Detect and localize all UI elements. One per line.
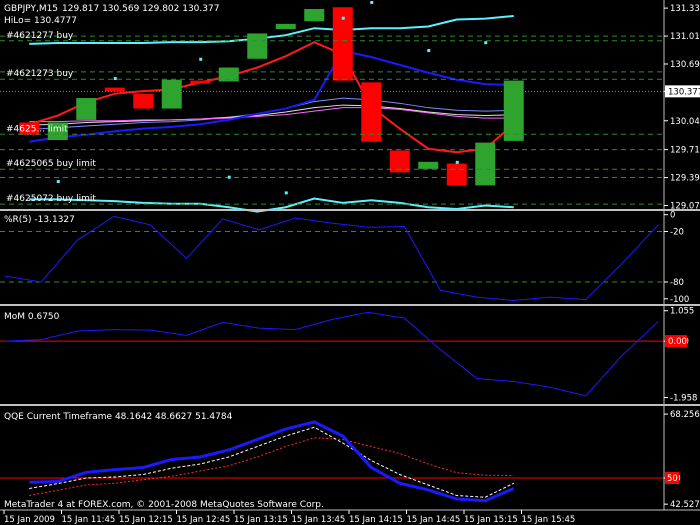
qqe-panel: QQE Current Timeframe 48.1642 48.6627 51… [0, 412, 664, 503]
y-tick-label: 129.710 [670, 146, 700, 156]
level-tag-label: 50 [667, 474, 678, 484]
qqe-rsi-line [29, 420, 515, 503]
hilo-label: HiLo= 130.4777 [4, 16, 77, 26]
y-tick-label: -20 [670, 228, 684, 238]
signal-dot [484, 41, 488, 45]
mom-line [4, 311, 659, 397]
williams-r-panel: %R(5) -13.1327 [0, 215, 664, 301]
price-panel: #4621277 buy #4621273 buy #4625... limit #4… [0, 1, 664, 213]
signal-dot [341, 16, 345, 20]
signal-dot [56, 180, 60, 184]
x-tick-label: 15 Jan 15:15 [464, 515, 518, 525]
signal-dot [455, 160, 459, 164]
y-tick-label: 68.2561 [670, 410, 700, 420]
x-tick-label: 15 Jan 13:15 [234, 515, 288, 525]
x-tick-label: 15 Jan 14:15 [349, 515, 403, 525]
candle [104, 87, 125, 92]
candle [304, 8, 325, 22]
band-upper [29, 14, 514, 45]
candle [418, 161, 439, 169]
x-tick-label: 15 Jan 2009 [4, 515, 55, 525]
qqe-fast-line [29, 426, 514, 498]
order-label: #4625065 buy limit [6, 159, 96, 169]
y-tick-label: 1.055 [670, 307, 694, 317]
wr-line [4, 215, 659, 301]
footer-label: MetaTrader 4 at FOREX.com, © 2001-2008 M… [4, 500, 324, 510]
candle [503, 80, 524, 141]
order-label: #4621277 buy [6, 31, 74, 41]
zero-tag-label: 0.00 [668, 337, 687, 347]
qqe-title: QQE Current Timeframe 48.1642 48.6627 51… [4, 412, 233, 422]
candle [475, 142, 496, 186]
candle [76, 98, 97, 120]
candle [133, 93, 154, 109]
order-label: #4625072 buy limit [6, 194, 96, 204]
y-tick-label: -1.958 [670, 393, 697, 403]
signal-dot [427, 49, 431, 53]
y-tick-label: 130.690 [670, 60, 700, 70]
symbol-label: GBPJPY,M15 [4, 4, 58, 14]
candle [275, 23, 296, 30]
trend-line-blue [29, 49, 514, 143]
signal-dot [227, 175, 231, 179]
x-tick-label: 15 Jan 14:45 [407, 515, 461, 525]
candle [161, 79, 182, 109]
y-tick-label: 130.040 [670, 117, 700, 127]
mom-title: MoM 0.6750 [4, 312, 60, 322]
x-tick-label: 15 Jan 12:45 [177, 515, 231, 525]
y-tick-label: -80 [670, 278, 684, 288]
signal-dot [284, 191, 288, 195]
chart-canvas: #4621277 buy #4621273 buy #4625... limit #4… [0, 0, 700, 525]
ohlc-label: 129.817 130.569 129.802 130.377 [62, 4, 219, 14]
signal-dot [199, 57, 203, 61]
trend-line-red [28, 41, 515, 154]
signal-dot [113, 76, 117, 80]
price-tag-label: 130.377 [668, 87, 700, 97]
candle [446, 163, 467, 186]
x-tick-label: 15 Jan 13:45 [292, 515, 346, 525]
x-tick-label: 15 Jan 12:15 [119, 515, 173, 525]
qqe-slow-line [29, 437, 514, 496]
candle [361, 82, 382, 142]
order-label: #4625... limit [6, 124, 68, 134]
y-tick-label: 131.330 [670, 4, 700, 14]
signal-dot [370, 1, 374, 4]
y-tick-label: 131.010 [670, 32, 700, 42]
candle [190, 80, 211, 84]
x-tick-label: 15 Jan 15:45 [522, 515, 576, 525]
momentum-panel: MoM 0.6750 [0, 311, 664, 397]
candle [247, 33, 268, 59]
y-tick-label: 0 [670, 211, 675, 221]
y-tick-label: -100 [670, 295, 689, 305]
y-tick-label: 129.390 [670, 174, 700, 184]
order-label: #4621273 buy [6, 69, 74, 79]
ma-line [29, 107, 514, 123]
y-tick-label: 42.5279 [670, 500, 700, 510]
x-tick-label: 15 Jan 11:45 [62, 515, 116, 525]
wr-title: %R(5) -13.1327 [4, 215, 75, 225]
